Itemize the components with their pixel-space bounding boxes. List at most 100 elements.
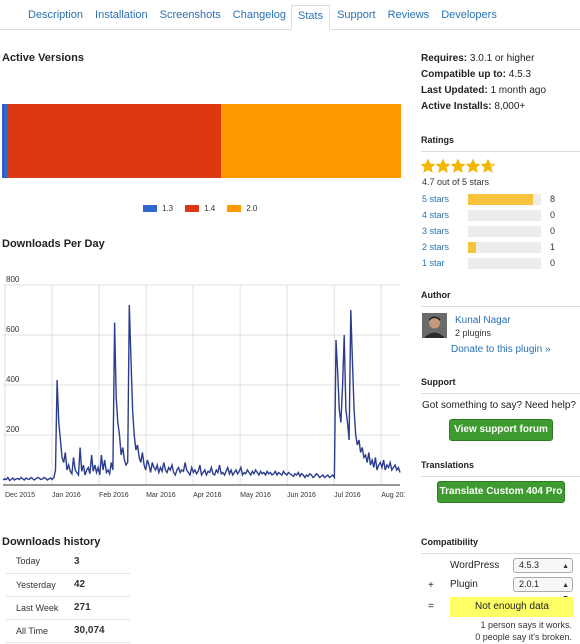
meta-label: Last Updated:	[421, 85, 488, 96]
donate-link[interactable]: Donate to this plugin »	[451, 344, 551, 355]
tab-reviews[interactable]: Reviews	[381, 5, 435, 29]
plugin-version-select[interactable]: 2.0.1▲▼	[513, 577, 573, 602]
star-icon	[466, 159, 480, 173]
plugin-meta: Requires: 3.0.1 or higher Compatible up …	[421, 51, 580, 115]
wordpress-version-select[interactable]: 4.5.3▲▼	[513, 558, 573, 583]
tab-developers[interactable]: Developers	[434, 5, 502, 29]
x-tick-label: Feb 2016	[99, 492, 129, 499]
meta-value: 1 month ago	[490, 85, 547, 96]
legend-item-2-0: 2.0	[227, 204, 257, 213]
rating-bar	[468, 241, 541, 253]
compat-result: Not enough data	[450, 597, 574, 617]
compat-broken-note: 0 people say it's broken.	[475, 632, 572, 642]
rating-filter-link[interactable]: 5 stars	[422, 194, 468, 204]
rating-count: 0	[550, 226, 556, 236]
legend-item-1-3: 1.3	[143, 204, 173, 213]
support-text: Got something to say? Need help?	[422, 400, 576, 411]
tab-changelog[interactable]: Changelog	[226, 5, 291, 29]
star-icon	[436, 159, 450, 173]
rating-count: 8	[550, 194, 556, 204]
downloads-per-day-chart: Dec 2015 Jan 2016 Feb 2016 Mar 2016 Apr 2016…	[2, 275, 405, 499]
tab-screenshots[interactable]: Screenshots	[153, 5, 226, 29]
x-tick-label: Mar 2016	[146, 492, 176, 499]
x-tick-label: May 2016	[240, 492, 271, 499]
legend-swatch	[185, 205, 200, 212]
version-bar-1-4	[7, 104, 222, 178]
x-tick-label: Apr 2016	[193, 492, 222, 499]
meta-value: 4.5.3	[508, 69, 532, 80]
x-tick-label: Dec 2015	[5, 492, 35, 499]
rating-filter-link[interactable]: 4 stars	[422, 210, 468, 220]
history-label: All Time	[6, 619, 74, 643]
x-tick-label: Jul 2016	[334, 492, 361, 499]
rating-bar	[468, 209, 541, 221]
history-label: Last Week	[6, 596, 74, 620]
star-icon	[451, 159, 465, 173]
compat-wordpress-label: WordPress	[450, 560, 500, 571]
y-tick-label: 600	[6, 325, 20, 334]
rating-summary: 4.7 out of 5 stars	[422, 177, 490, 187]
author-plugin-count: 2 plugins	[455, 328, 492, 338]
active-versions-title: Active Versions	[2, 52, 84, 64]
plugin-tabs: Description Installation Screenshots Cha…	[0, 0, 580, 30]
author-avatar[interactable]	[422, 313, 447, 338]
rating-row: 4 stars 0	[422, 208, 557, 222]
ratings-title: Ratings	[421, 135, 580, 152]
table-row: Yesterday 42	[6, 573, 130, 597]
table-row: Today 3	[6, 550, 130, 574]
tab-support[interactable]: Support	[330, 5, 381, 29]
compatibility-title: Compatibility	[421, 537, 580, 554]
downloads-series-line	[2, 304, 401, 482]
history-label: Yesterday	[6, 573, 74, 597]
select-value: 2.0.1	[519, 579, 540, 589]
meta-requires: Requires: 3.0.1 or higher	[421, 51, 580, 67]
table-row: Last Week 271	[6, 596, 130, 620]
translate-plugin-button[interactable]: Translate Custom 404 Pro	[437, 481, 565, 503]
compat-plus: +	[428, 580, 434, 591]
rating-stars	[421, 159, 495, 173]
x-tick-label: Jan 2016	[52, 492, 81, 499]
tab-description[interactable]: Description	[21, 5, 88, 29]
history-value: 271	[74, 596, 130, 620]
rating-filter-link[interactable]: 2 stars	[422, 242, 468, 252]
author-name-link[interactable]: Kunal Nagar	[455, 315, 511, 326]
rating-count: 0	[550, 210, 556, 220]
rating-row: 5 stars 8	[422, 192, 557, 206]
tab-stats[interactable]: Stats	[291, 5, 331, 30]
rating-filter-link[interactable]: 1 star	[422, 258, 468, 268]
history-value: 3	[74, 550, 130, 574]
legend-swatch	[227, 205, 242, 212]
rating-count: 0	[550, 258, 556, 268]
y-tick-label: 800	[6, 275, 20, 284]
legend-label: 1.3	[162, 204, 174, 213]
meta-label: Active Installs:	[421, 101, 492, 112]
downloads-history-table: Today 3 Yesterday 42 Last Week 271 All Time…	[6, 550, 130, 643]
compat-works-note: 1 person says it works.	[480, 620, 572, 630]
tab-installation[interactable]: Installation	[88, 5, 153, 29]
meta-compatible: Compatible up to: 4.5.3	[421, 67, 580, 83]
meta-updated: Last Updated: 1 month ago	[421, 83, 580, 99]
rating-filter-link[interactable]: 3 stars	[422, 226, 468, 236]
meta-label: Compatible up to:	[421, 69, 506, 80]
meta-installs: Active Installs: 8,000+	[421, 99, 580, 115]
x-tick-label: Jun 2016	[287, 492, 316, 499]
support-title: Support	[421, 377, 580, 394]
rating-bar-fill	[468, 241, 477, 253]
meta-value: 8,000+	[494, 101, 526, 112]
version-bar-2-0	[221, 104, 401, 178]
legend-label: 1.4	[204, 204, 216, 213]
author-title: Author	[421, 290, 580, 307]
active-versions-chart	[2, 104, 401, 178]
history-value: 42	[74, 573, 130, 597]
rating-bar	[468, 257, 541, 269]
legend-swatch	[143, 205, 157, 212]
rating-bar-fill	[468, 193, 533, 205]
version-legend: 1.3 1.4 2.0	[143, 204, 257, 213]
history-value: 30,074	[74, 619, 130, 643]
view-support-forum-button[interactable]: View support forum	[449, 419, 553, 441]
y-tick-label: 200	[6, 425, 20, 434]
legend-label: 2.0	[246, 204, 258, 213]
rating-row: 2 stars 1	[422, 240, 557, 254]
legend-item-1-4: 1.4	[185, 204, 215, 213]
version-chart-axis	[3, 104, 4, 178]
